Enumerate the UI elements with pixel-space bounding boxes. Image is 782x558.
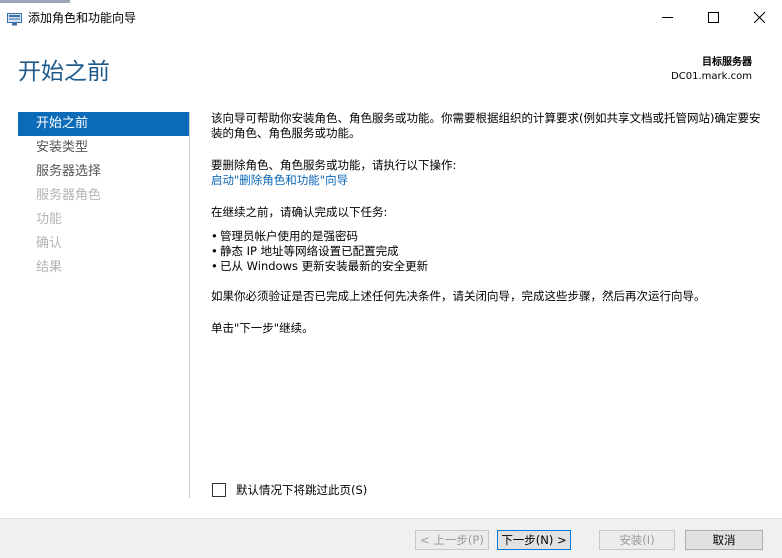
close-button[interactable]	[736, 0, 782, 34]
previous-button[interactable]: < 上一步(P)	[415, 530, 489, 550]
minimize-icon	[661, 12, 673, 23]
page-title: 开始之前	[18, 59, 110, 85]
skip-page-option[interactable]: 默认情况下将跳过此页(S)	[212, 482, 367, 498]
maximize-button[interactable]	[690, 0, 736, 34]
list-item: 静态 IP 地址等网络设置已配置完成	[211, 244, 763, 259]
content-pane: 该向导可帮助你安装角色、角色服务或功能。你需要根据组织的计算要求(例如共享文档或…	[211, 111, 763, 336]
list-item: 已从 Windows 更新安装最新的安全更新	[211, 259, 763, 274]
wizard-window: 添加角色和功能向导 开始之前 目标服务器 DC01.mark.com 开始之前 …	[0, 0, 782, 558]
target-server-label: 目标服务器	[702, 57, 752, 68]
close-icon	[753, 11, 765, 23]
skip-page-checkbox[interactable]	[212, 483, 226, 497]
nav-item-server-selection[interactable]: 服务器选择	[18, 160, 189, 184]
remove-roles-wizard-link[interactable]: 启动"删除角色和功能"向导	[211, 173, 348, 187]
wizard-nav: 开始之前 安装类型 服务器选择 服务器角色 功能 确认 结果	[18, 112, 189, 280]
button-bar: < 上一步(P) 下一步(N) > 安装(I) 取消	[0, 518, 782, 558]
title-bar[interactable]: 添加角色和功能向导	[0, 0, 782, 34]
click-next-text: 单击"下一步"继续。	[211, 321, 314, 335]
nav-item-confirmation: 确认	[36, 236, 63, 251]
task-list: 管理员帐户使用的是强密码 静态 IP 地址等网络设置已配置完成 已从 Windo…	[211, 229, 763, 274]
nav-divider	[189, 112, 190, 498]
intro-text: 该向导可帮助你安装角色、角色服务或功能。你需要根据组织的计算要求(例如共享文档或…	[211, 111, 761, 140]
minimize-button[interactable]	[644, 0, 690, 34]
target-server-value: DC01.mark.com	[671, 71, 752, 82]
nav-item-installation-type[interactable]: 安装类型	[18, 136, 189, 160]
cancel-button[interactable]: 取消	[685, 530, 763, 550]
next-button[interactable]: 下一步(N) >	[497, 530, 571, 550]
nav-item-server-roles: 服务器角色	[36, 188, 102, 203]
maximize-icon	[707, 11, 719, 23]
server-manager-icon	[7, 11, 22, 26]
background-window-sliver	[0, 0, 70, 3]
nav-item-results: 结果	[36, 260, 63, 275]
nav-item-features: 功能	[36, 212, 63, 227]
skip-page-label: 默认情况下将跳过此页(S)	[236, 483, 368, 497]
before-continue-text: 在继续之前，请确认完成以下任务:	[211, 205, 388, 219]
window-title: 添加角色和功能向导	[28, 11, 137, 25]
nav-item-before-you-begin[interactable]: 开始之前	[18, 112, 189, 136]
install-button[interactable]: 安装(I)	[599, 530, 675, 550]
verify-text: 如果你必须验证是否已完成上述任何先决条件，请关闭向导，完成这些步骤，然后再次运行…	[211, 289, 706, 303]
list-item: 管理员帐户使用的是强密码	[211, 229, 763, 244]
remove-instructions: 要删除角色、角色服务或功能，请执行以下操作:	[211, 158, 457, 172]
